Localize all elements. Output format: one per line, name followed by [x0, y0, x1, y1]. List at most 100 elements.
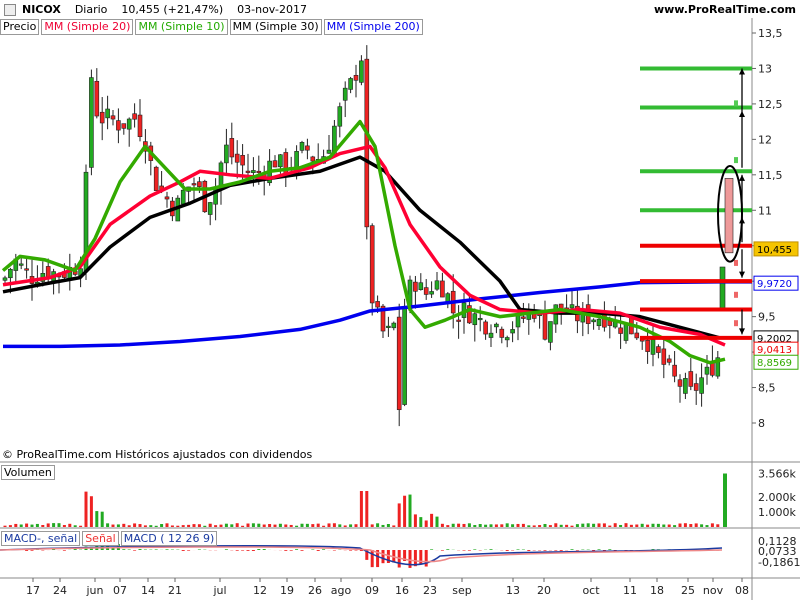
macd-bar [73, 549, 77, 550]
x-tick-label: 26 [308, 584, 322, 597]
candle-body [245, 170, 251, 173]
candle-body [483, 321, 488, 335]
macd-legend-a[interactable]: MACD-, señal [1, 531, 81, 546]
candle-body [207, 202, 213, 215]
macd-bar [516, 549, 520, 550]
volume-bar [57, 523, 61, 527]
volume-bar [241, 525, 245, 527]
candle-body [607, 320, 613, 326]
volume-bar [300, 523, 304, 527]
macd-bar [241, 550, 245, 551]
macd-bar [284, 550, 288, 551]
macd-bar [154, 549, 158, 550]
candle-body [623, 324, 629, 341]
macd-bar [165, 549, 169, 550]
volume-bar [143, 525, 147, 527]
volume-bar [667, 524, 671, 527]
candle-body [472, 313, 478, 326]
volume-bar [316, 523, 320, 527]
candle-body [116, 120, 121, 131]
volume-bar [451, 523, 455, 527]
price-label-text: 8,8569 [757, 358, 792, 369]
candle-body [337, 106, 343, 127]
arrow-head-icon [739, 111, 745, 117]
volume-bar [413, 514, 417, 527]
volume-bar [160, 524, 164, 527]
volume-bar [586, 523, 590, 527]
volume-bar [570, 525, 574, 527]
candle-body [353, 74, 359, 81]
candle-body [710, 362, 715, 376]
candle-body [251, 170, 256, 173]
volume-bar [424, 520, 428, 527]
volume-bar [305, 523, 309, 527]
macd-legend-b[interactable]: Señal [82, 531, 119, 546]
volume-bar [52, 523, 56, 527]
volume-bar [19, 524, 23, 527]
macd-bar [575, 550, 579, 551]
x-tick-label: 08 [735, 584, 749, 597]
macd-bar [62, 550, 66, 551]
candle-body [121, 123, 127, 129]
volume-bar [624, 523, 628, 527]
candle-body [369, 225, 375, 304]
volume-bar [484, 524, 488, 527]
macd-bar [322, 549, 326, 550]
macd-bar [187, 550, 191, 551]
volume-bar [478, 524, 482, 527]
macd-bar [489, 549, 493, 550]
volume-bar [278, 523, 282, 527]
candle-body [234, 153, 240, 163]
x-tick-label: 25 [681, 584, 695, 597]
candle-body [105, 108, 110, 119]
candle-body [591, 319, 596, 323]
price-chart[interactable]: 13,51312,51211,51110,5109,598,5810,4559,… [0, 0, 800, 600]
volume-bar [327, 523, 331, 527]
volume-bar [230, 524, 234, 527]
volume-bar [295, 525, 299, 527]
volume-bar [235, 523, 239, 527]
y-tick-label: 12,5 [758, 98, 783, 111]
macd-bar [235, 550, 239, 551]
volume-bar [257, 523, 261, 527]
volume-bar [705, 525, 709, 527]
candle-body [240, 154, 245, 166]
volume-bar [527, 525, 531, 527]
candle-body [542, 313, 548, 340]
x-tick-label: 12 [253, 584, 267, 597]
volume-bar [403, 495, 407, 527]
y-tick-label: 8 [758, 417, 765, 430]
candle-body [191, 183, 197, 186]
macd-bar [251, 550, 255, 551]
macd-legend-c[interactable]: MACD ( 12 26 9) [120, 531, 218, 546]
macd-bar [138, 549, 142, 550]
ma-line [3, 280, 752, 349]
volume-bar [343, 525, 347, 527]
candle-body [272, 160, 278, 168]
volume-bar [246, 523, 250, 527]
volume-bar [133, 523, 137, 527]
candle-body [24, 268, 29, 271]
candle-body [224, 144, 229, 164]
volume-bar [554, 523, 558, 527]
candle-body [402, 306, 407, 405]
volume-bar [203, 525, 207, 527]
x-tick-label: nov [703, 584, 724, 597]
volume-title[interactable]: Volumen [1, 465, 55, 480]
macd-bar [505, 550, 509, 551]
x-tick-label: ago [331, 584, 352, 597]
volume-bar [187, 524, 191, 527]
macd-bar [473, 549, 477, 550]
red-arrow-icon [734, 320, 738, 327]
volume-bar [435, 516, 439, 527]
candle-body [99, 111, 105, 124]
macd-bar [262, 549, 266, 550]
credit-text: © ProRealTime.com Históricos ajustados c… [2, 448, 313, 461]
volume-bar [349, 524, 353, 527]
candle-body [656, 346, 661, 353]
volume-bar [521, 523, 525, 527]
candle-body [299, 142, 305, 151]
volume-bar [208, 523, 212, 527]
candle-body [418, 282, 424, 290]
volume-bar [629, 524, 633, 527]
